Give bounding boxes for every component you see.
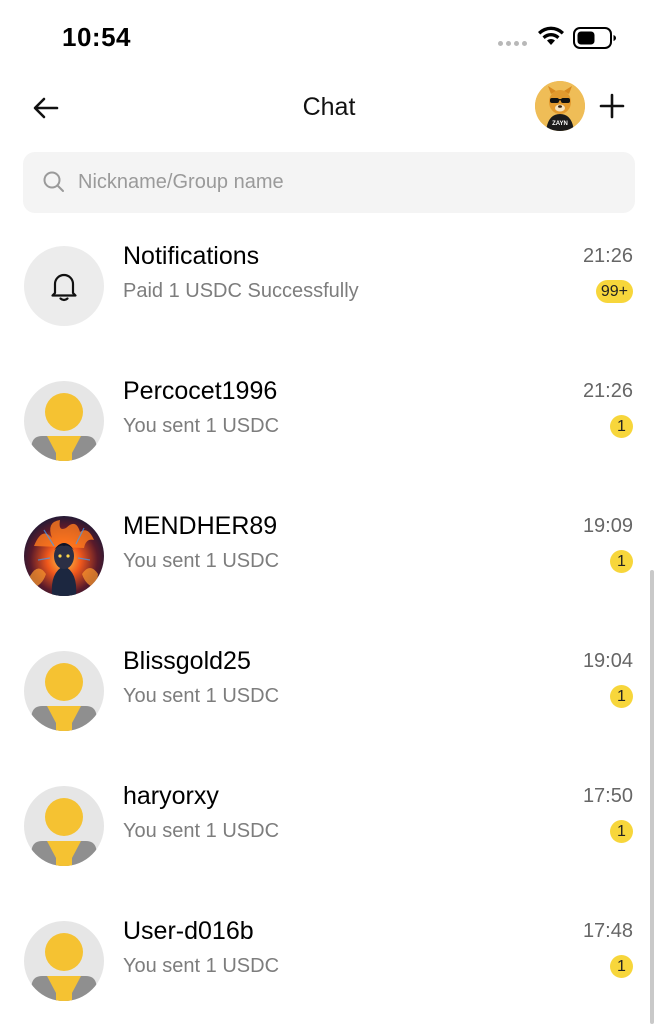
default-avatar (24, 651, 104, 731)
unread-badge: 1 (610, 415, 633, 438)
wifi-icon (538, 26, 564, 45)
unread-badge: 1 (610, 820, 633, 843)
chat-name: User-d016b (123, 917, 254, 945)
scrollbar[interactable] (650, 570, 654, 1024)
search-icon (43, 171, 64, 192)
unread-badge: 1 (610, 685, 633, 708)
unread-badge: 99+ (595, 280, 633, 303)
chat-preview: You sent 1 USDC (123, 685, 280, 707)
default-avatar (24, 921, 104, 1001)
fire-portrait-avatar (24, 516, 104, 596)
chat-time: 21:26 (582, 380, 633, 402)
battery-icon (573, 27, 616, 49)
default-user-icon (24, 651, 104, 731)
status-bar: 10:54 (0, 0, 658, 70)
chat-time: 17:50 (582, 785, 633, 807)
chat-time: 17:48 (582, 920, 633, 942)
header: Chat ZAYN (0, 80, 658, 135)
chat-list: Notifications Paid 1 USDC Successfully 2… (0, 218, 658, 1024)
plus-icon[interactable] (597, 91, 627, 121)
chat-item[interactable]: haryorxy You sent 1 USDC 17:50 1 (0, 758, 658, 893)
chat-item[interactable]: User-d016b You sent 1 USDC 17:48 1 (0, 893, 658, 1024)
default-user-icon (24, 786, 104, 866)
unread-badge: 1 (610, 550, 633, 573)
chat-name: Percocet1996 (123, 377, 278, 405)
unread-badge: 1 (610, 955, 633, 978)
bell-icon (51, 273, 77, 302)
chat-name: Blissgold25 (123, 647, 251, 675)
chat-preview: You sent 1 USDC (123, 955, 280, 977)
chat-name: MENDHER89 (123, 512, 278, 540)
fire-portrait-icon (24, 516, 104, 596)
default-avatar (24, 786, 104, 866)
chat-item[interactable]: Blissgold25 You sent 1 USDC 19:04 1 (0, 623, 658, 758)
profile-avatar[interactable]: ZAYN (535, 81, 585, 131)
chat-preview: You sent 1 USDC (123, 820, 280, 842)
chat-name: Notifications (123, 242, 260, 270)
chat-preview: Paid 1 USDC Successfully (123, 280, 359, 302)
status-time: 10:54 (62, 22, 131, 52)
notifications-avatar (24, 246, 104, 326)
chat-preview: You sent 1 USDC (123, 550, 280, 572)
search-input[interactable] (78, 152, 618, 213)
chat-item-notifications[interactable]: Notifications Paid 1 USDC Successfully 2… (0, 218, 658, 353)
chat-time: 19:04 (582, 650, 633, 672)
tiger-avatar-icon: ZAYN (535, 81, 585, 131)
avatar-text: ZAYN (552, 121, 568, 127)
default-avatar (24, 381, 104, 461)
default-user-icon (24, 921, 104, 1001)
chat-name: haryorxy (123, 782, 219, 810)
chat-time: 21:26 (582, 245, 633, 267)
chat-time: 19:09 (582, 515, 633, 537)
chat-item[interactable]: Percocet1996 You sent 1 USDC 21:26 1 (0, 353, 658, 488)
search-bar[interactable] (23, 152, 635, 213)
chat-item[interactable]: MENDHER89 You sent 1 USDC 19:09 1 (0, 488, 658, 623)
chat-preview: You sent 1 USDC (123, 415, 280, 437)
cellular-signal-icon (498, 41, 527, 46)
default-user-icon (24, 381, 104, 461)
